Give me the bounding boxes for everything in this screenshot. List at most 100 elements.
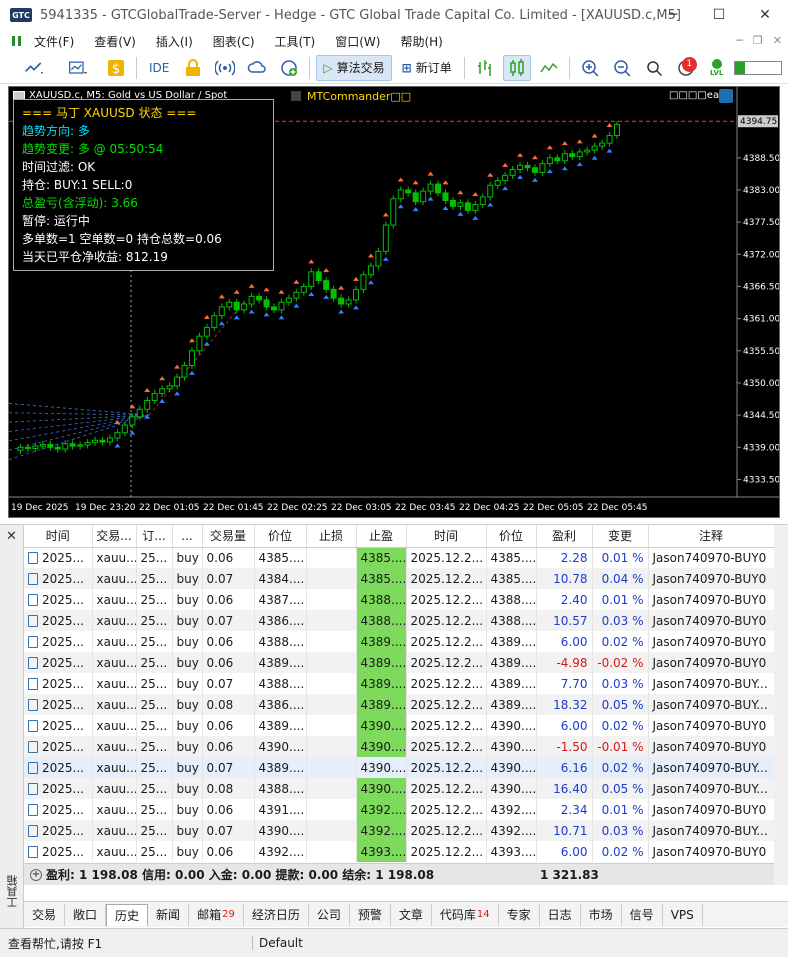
tab-3[interactable]: 新闻	[148, 903, 190, 926]
menu-charts[interactable]: 图表(C)	[203, 30, 265, 52]
menu-tools[interactable]: 工具(T)	[265, 30, 326, 52]
close-icon[interactable]: ✕	[742, 0, 788, 30]
tab-4[interactable]: 邮箱 29	[189, 903, 244, 926]
chart-window-icon[interactable]	[10, 34, 24, 48]
cell-profit: 2.28	[536, 547, 593, 568]
menu-view[interactable]: 查看(V)	[84, 30, 146, 52]
cell-close-price: 4389....	[486, 631, 537, 652]
tab-7[interactable]: 预警	[350, 903, 391, 926]
table-scrollbar[interactable]	[774, 525, 788, 885]
table-row[interactable]: 2025... xauu... 25... buy 0.06 4389.... 4390..…	[24, 715, 774, 736]
table-row[interactable]: 2025... xauu... 25... buy 0.07 4389.... 4390..…	[24, 757, 774, 778]
candles-icon[interactable]	[502, 54, 531, 81]
chart-window[interactable]: 4388.50 4383.00 4377.50 4372.00 4366.50 4361.…	[8, 86, 780, 518]
table-row[interactable]: 2025... xauu... 25... buy 0.06 4389.... 4389..…	[24, 652, 774, 673]
tab-8[interactable]: 文章	[391, 903, 432, 926]
minimize-icon[interactable]: ─	[650, 0, 696, 30]
col-symbol[interactable]: 交易...	[92, 525, 137, 548]
candle-body	[77, 444, 84, 447]
cell-type: buy	[172, 736, 203, 757]
tab-11[interactable]: 日志	[540, 903, 581, 926]
child-restore-icon[interactable]: ❐	[753, 34, 763, 47]
table-row[interactable]: 2025... xauu... 25... buy 0.08 4388.... 4390..…	[24, 778, 774, 799]
tab-2[interactable]: 历史	[106, 903, 149, 926]
level-icon[interactable]: LVL	[704, 55, 730, 81]
menu-insert[interactable]: 插入(I)	[146, 30, 203, 52]
table-row[interactable]: 2025... xauu... 25... buy 0.06 4387.... 4388..…	[24, 589, 774, 610]
profile-name[interactable]: Default	[252, 936, 303, 950]
tab-0[interactable]: 交易	[24, 903, 66, 926]
cell-open-time: 2025...	[24, 799, 93, 820]
zoom-in-icon[interactable]	[576, 55, 604, 81]
cell-close-price: 4390....	[486, 757, 537, 778]
line-icon[interactable]	[535, 55, 563, 81]
cell-order: 25...	[136, 652, 173, 673]
child-minimize-icon[interactable]: ─	[736, 34, 743, 47]
tab-12[interactable]: 市场	[581, 903, 622, 926]
table-row[interactable]: 2025... xauu... 25... buy 0.07 4390.... 4392..…	[24, 820, 774, 841]
tab-9[interactable]: 代码库 14	[432, 903, 499, 926]
menu-help[interactable]: 帮助(H)	[390, 30, 452, 52]
tab-13[interactable]: 信号	[622, 903, 663, 926]
table-row[interactable]: 2025... xauu... 25... buy 0.07 4386.... 4388..…	[24, 610, 774, 631]
col-take-profit[interactable]: 止盈	[356, 525, 407, 548]
add-icon[interactable]	[275, 55, 303, 81]
col-order[interactable]: 订...	[136, 525, 173, 548]
close-icon[interactable]: ✕	[6, 529, 17, 544]
indicator-icon[interactable]	[471, 55, 499, 81]
col-type[interactable]: ...	[172, 525, 203, 548]
cell-comment: Jason740970-BUY0	[648, 547, 774, 568]
dollar-icon[interactable]: $	[102, 55, 130, 81]
lock-icon[interactable]	[179, 55, 207, 81]
search-icon[interactable]	[640, 55, 668, 81]
notification-icon[interactable]: 1	[672, 55, 700, 81]
col-close-time[interactable]: 时间	[406, 525, 487, 548]
col-stop-loss[interactable]: 止损	[306, 525, 357, 548]
table-row[interactable]: 2025... xauu... 25... buy 0.08 4386.... 4389..…	[24, 694, 774, 715]
trade-marker-icon	[487, 172, 494, 177]
cell-open-time: 2025...	[24, 715, 93, 736]
cell-order: 25...	[136, 568, 173, 589]
tab-14[interactable]: VPS	[663, 903, 703, 926]
table-row[interactable]: 2025... xauu... 25... buy 0.06 4392.... 4393..…	[24, 841, 774, 862]
child-close-icon[interactable]: ✕	[773, 34, 782, 47]
col-volume[interactable]: 交易量	[202, 525, 255, 548]
col-open-time[interactable]: 时间	[24, 525, 93, 548]
cell-type: buy	[172, 631, 203, 652]
col-change[interactable]: 变更	[592, 525, 649, 548]
table-row[interactable]: 2025... xauu... 25... buy 0.07 4384.... 4385..…	[24, 568, 774, 589]
cloud-icon[interactable]	[243, 55, 271, 81]
tab-10[interactable]: 专家	[499, 903, 540, 926]
ide-button[interactable]: IDE	[143, 55, 175, 81]
candle-body	[106, 437, 113, 443]
expert-hat-icon[interactable]	[719, 89, 733, 103]
table-row[interactable]: 2025... xauu... 25... buy 0.06 4391.... 4392..…	[24, 799, 774, 820]
maximize-icon[interactable]: ☐	[696, 0, 742, 30]
candle-body	[599, 142, 606, 147]
line-chart-icon[interactable]	[14, 55, 54, 81]
tab-1[interactable]: 敞口	[65, 903, 107, 926]
tab-5[interactable]: 经济日历	[244, 903, 309, 926]
table-row[interactable]: 2025... xauu... 25... buy 0.06 4390.... 4390..…	[24, 736, 774, 757]
col-profit[interactable]: 盈利	[536, 525, 593, 548]
price-tick-label: 4333.50	[743, 475, 779, 485]
menu-file[interactable]: 文件(F)	[24, 30, 84, 52]
time-tick-label: 22 Dec 04:25	[459, 503, 520, 513]
candle-body	[345, 299, 352, 305]
table-row[interactable]: 2025... xauu... 25... buy 0.07 4388.... 4389..…	[24, 673, 774, 694]
deal-doc-icon	[28, 636, 38, 648]
algo-trading-button[interactable]: ▷ 算法交易	[316, 54, 392, 81]
expand-icon[interactable]: +	[30, 868, 42, 881]
menu-window[interactable]: 窗口(W)	[325, 30, 390, 52]
table-row[interactable]: 2025... xauu... 25... buy 0.06 4385.... 4385..…	[24, 547, 774, 568]
tab-6[interactable]: 公司	[309, 903, 350, 926]
col-close-price[interactable]: 价位	[486, 525, 537, 548]
deal-doc-icon	[28, 804, 38, 816]
col-open-price[interactable]: 价位	[254, 525, 307, 548]
signal-icon[interactable]	[211, 55, 239, 81]
zoom-out-icon[interactable]	[608, 55, 636, 81]
new-order-button[interactable]: ⊞ 新订单	[396, 55, 458, 81]
col-comment[interactable]: 注释	[648, 525, 774, 548]
table-row[interactable]: 2025... xauu... 25... buy 0.06 4388.... 4389..…	[24, 631, 774, 652]
chart-template-icon[interactable]	[58, 55, 98, 81]
